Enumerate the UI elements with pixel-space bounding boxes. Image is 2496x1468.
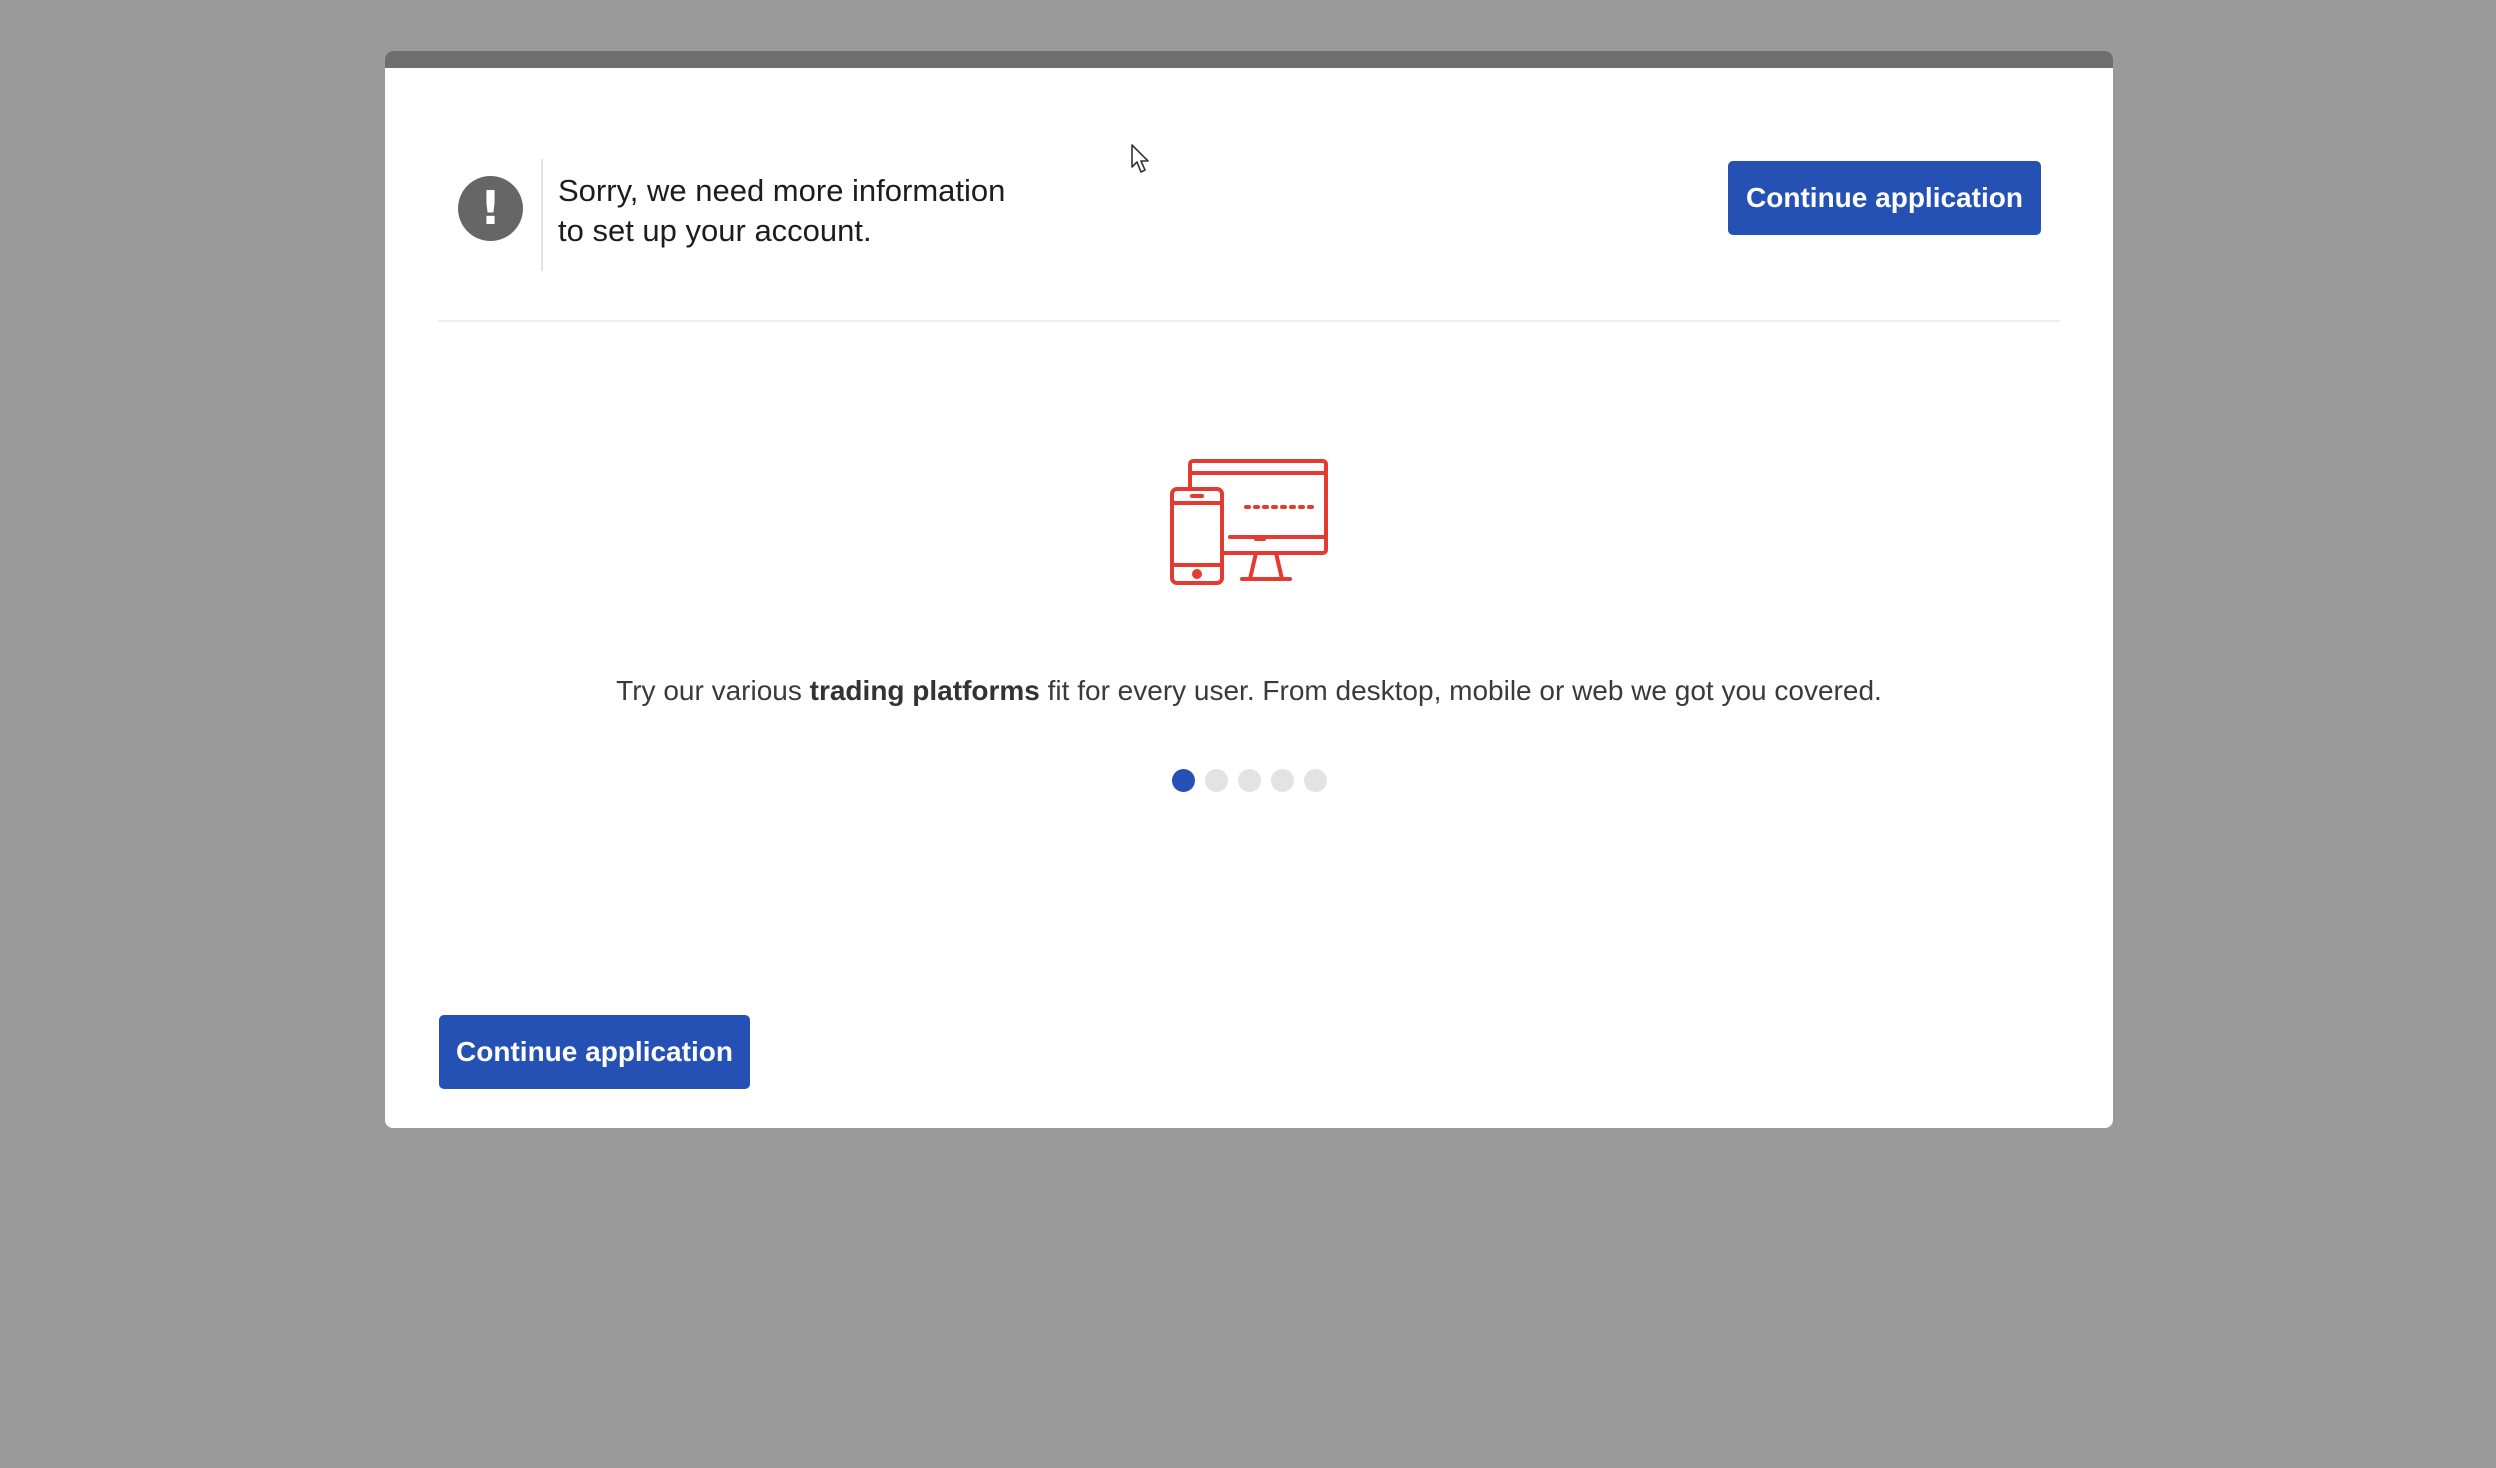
alert-message: Sorry, we need more information to set u… [558,171,1078,251]
devices-icon [1170,459,1328,585]
continue-application-button-bottom[interactable]: Continue application [439,1015,750,1089]
alert-divider [541,159,543,271]
carousel-text-suffix: fit for every user. From desktop, mobile… [1039,675,1882,706]
continue-application-button-top[interactable]: Continue application [1728,161,2041,235]
info-required-modal: ! Sorry, we need more information to set… [385,51,2113,1128]
mouse-pointer-icon [1131,144,1149,173]
carousel-dot-3[interactable] [1238,769,1261,792]
carousel-text: Try our various trading platforms fit fo… [385,675,2113,707]
carousel-dot-5[interactable] [1304,769,1327,792]
carousel-dot-4[interactable] [1271,769,1294,792]
carousel-text-emphasis: trading platforms [809,675,1040,706]
carousel-text-prefix: Try our various [616,675,810,706]
exclamation-icon: ! [458,176,523,241]
modal-top-bar [385,51,2113,68]
alert-message-line-1: Sorry, we need more information [558,173,1006,208]
carousel-pagination [1172,769,1327,793]
carousel-dot-1[interactable] [1172,769,1195,792]
alert-message-line-2: to set up your account. [558,213,872,248]
carousel-dot-2[interactable] [1205,769,1228,792]
